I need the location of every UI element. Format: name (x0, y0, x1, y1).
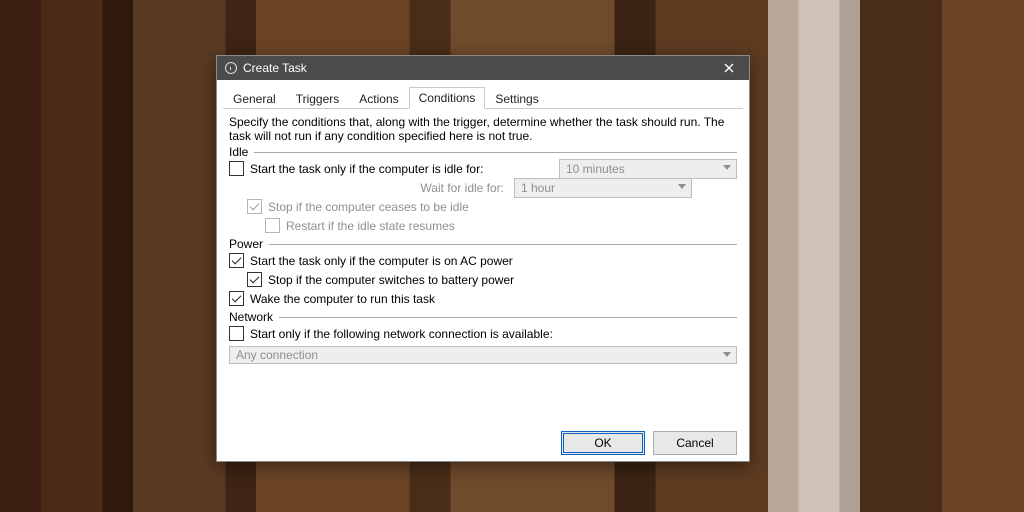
chevron-down-icon (723, 165, 731, 170)
chevron-down-icon (723, 352, 731, 357)
tab-actions[interactable]: Actions (349, 88, 408, 109)
label-start-if-idle: Start the task only if the computer is i… (250, 162, 483, 176)
label-restart-if-idle: Restart if the idle state resumes (286, 219, 455, 233)
legend-network: Network (229, 310, 273, 324)
dropdown-idle-duration-value: 10 minutes (566, 162, 625, 176)
label-wake: Wake the computer to run this task (250, 292, 435, 306)
checkbox-stop-on-battery[interactable] (247, 272, 262, 287)
dropdown-wait-for-idle: 1 hour (514, 178, 692, 198)
tab-triggers[interactable]: Triggers (286, 88, 350, 109)
create-task-dialog: Create Task General Triggers Actions Con… (216, 55, 750, 462)
close-icon (724, 63, 734, 73)
tab-panel-conditions: Specify the conditions that, along with … (217, 109, 749, 364)
group-network: Network Start only if the following netw… (229, 310, 737, 364)
checkbox-start-if-idle[interactable] (229, 161, 244, 176)
dropdown-idle-duration: 10 minutes (559, 159, 737, 179)
label-ac-power: Start the task only if the computer is o… (250, 254, 513, 268)
checkbox-ac-power[interactable] (229, 253, 244, 268)
close-button[interactable] (709, 56, 749, 80)
legend-idle: Idle (229, 145, 248, 159)
checkbox-stop-if-not-idle (247, 199, 262, 214)
dropdown-wait-for-idle-value: 1 hour (521, 181, 555, 195)
label-wait-for-idle: Wait for idle for: (229, 181, 514, 195)
title-bar[interactable]: Create Task (217, 56, 749, 80)
ok-button[interactable]: OK (561, 431, 645, 455)
tab-general[interactable]: General (223, 88, 286, 109)
tab-settings[interactable]: Settings (485, 88, 548, 109)
group-idle: Idle Start the task only if the computer… (229, 145, 737, 235)
legend-power: Power (229, 237, 263, 251)
label-network: Start only if the following network conn… (250, 327, 553, 341)
tab-conditions[interactable]: Conditions (409, 87, 486, 109)
tab-strip: General Triggers Actions Conditions Sett… (223, 85, 743, 109)
group-power: Power Start the task only if the compute… (229, 237, 737, 308)
checkbox-restart-if-idle (265, 218, 280, 233)
checkbox-network[interactable] (229, 326, 244, 341)
window-title: Create Task (243, 61, 709, 75)
checkbox-wake[interactable] (229, 291, 244, 306)
chevron-down-icon (678, 184, 686, 189)
conditions-description: Specify the conditions that, along with … (229, 115, 737, 143)
dialog-footer: OK Cancel (217, 425, 749, 461)
cancel-button[interactable]: Cancel (653, 431, 737, 455)
task-scheduler-icon (225, 62, 237, 74)
label-stop-on-battery: Stop if the computer switches to battery… (268, 273, 514, 287)
dropdown-network-connection: Any connection (229, 346, 737, 364)
dropdown-network-connection-value: Any connection (236, 348, 318, 362)
label-stop-if-not-idle: Stop if the computer ceases to be idle (268, 200, 469, 214)
